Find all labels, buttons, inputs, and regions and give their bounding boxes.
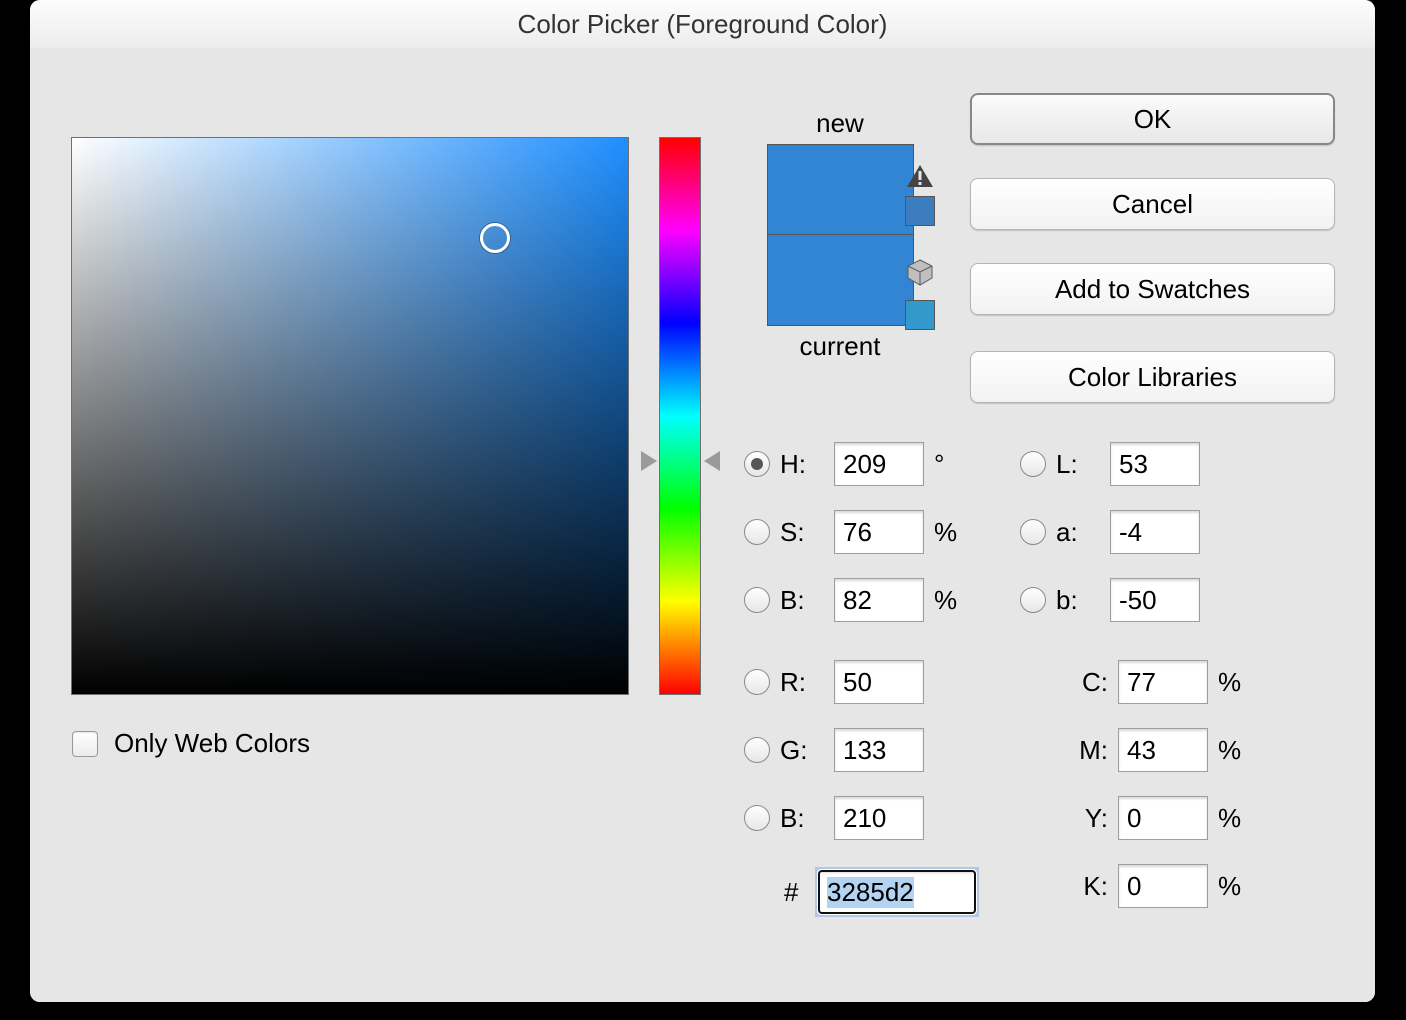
cube-icon: [905, 262, 935, 292]
only-web-colors-checkbox[interactable]: [72, 731, 98, 757]
b-row: b:: [1020, 578, 1200, 622]
k-input[interactable]: [1118, 864, 1208, 908]
warning-icon: [900, 163, 940, 189]
bb-label: B:: [780, 803, 824, 834]
percent-unit: %: [934, 585, 964, 616]
current-label: current: [740, 331, 940, 362]
bb-radio[interactable]: [744, 805, 770, 831]
red-row: R:: [744, 660, 964, 704]
bb-input[interactable]: [834, 796, 924, 840]
hex-label: #: [784, 877, 808, 908]
s-radio[interactable]: [744, 519, 770, 545]
l-radio[interactable]: [1020, 451, 1046, 477]
cancel-button[interactable]: Cancel: [970, 178, 1335, 230]
hex-input[interactable]: [818, 870, 976, 914]
degree-unit: °: [934, 449, 964, 480]
only-web-colors-label: Only Web Colors: [114, 728, 310, 759]
l-input[interactable]: [1110, 442, 1200, 486]
new-color-swatch[interactable]: [768, 145, 913, 235]
blue-row: B:: [744, 796, 964, 840]
window-title: Color Picker (Foreground Color): [518, 9, 888, 40]
r-label: R:: [780, 667, 824, 698]
brightness-row: B: %: [744, 578, 964, 622]
websafe-suggest-swatch[interactable]: [906, 301, 934, 329]
m-label: M:: [1056, 735, 1108, 766]
hue-slider[interactable]: [660, 138, 700, 694]
color-libraries-button[interactable]: Color Libraries: [970, 351, 1335, 403]
m-input[interactable]: [1118, 728, 1208, 772]
y-label: Y:: [1056, 803, 1108, 834]
hue-row: H: °: [744, 442, 964, 486]
c-label: C:: [1056, 667, 1108, 698]
k-row: K: %: [1020, 864, 1248, 908]
ok-button[interactable]: OK: [970, 93, 1335, 145]
percent-unit: %: [1218, 735, 1248, 766]
g-input[interactable]: [834, 728, 924, 772]
percent-unit: %: [1218, 803, 1248, 834]
a-input[interactable]: [1110, 510, 1200, 554]
g-label: G:: [780, 735, 824, 766]
websafe-warning[interactable]: [900, 258, 940, 329]
a-radio[interactable]: [1020, 519, 1046, 545]
l-label: L:: [1056, 449, 1100, 480]
m-row: M: %: [1020, 728, 1248, 772]
hex-row: #: [748, 870, 976, 914]
percent-unit: %: [1218, 667, 1248, 698]
percent-unit: %: [934, 517, 964, 548]
green-row: G:: [744, 728, 964, 772]
k-label: K:: [1056, 871, 1108, 902]
r-input[interactable]: [834, 660, 924, 704]
add-to-swatches-button[interactable]: Add to Swatches: [970, 263, 1335, 315]
only-web-colors-row: Only Web Colors: [72, 728, 310, 759]
h-label: H:: [780, 449, 824, 480]
hue-handle-right-icon: [704, 451, 720, 471]
y-input[interactable]: [1118, 796, 1208, 840]
c-input[interactable]: [1118, 660, 1208, 704]
a-label: a:: [1056, 517, 1100, 548]
bv-radio[interactable]: [744, 587, 770, 613]
color-picker-window: Color Picker (Foreground Color) new curr…: [30, 0, 1375, 1002]
titlebar: Color Picker (Foreground Color): [30, 0, 1375, 49]
b-label: b:: [1056, 585, 1100, 616]
bv-input[interactable]: [834, 578, 924, 622]
b-radio[interactable]: [1020, 587, 1046, 613]
l-row: L:: [1020, 442, 1200, 486]
color-field[interactable]: [72, 138, 628, 694]
h-input[interactable]: [834, 442, 924, 486]
new-label: new: [740, 108, 940, 139]
r-radio[interactable]: [744, 669, 770, 695]
b-input[interactable]: [1110, 578, 1200, 622]
h-radio[interactable]: [744, 451, 770, 477]
s-label: S:: [780, 517, 824, 548]
y-row: Y: %: [1020, 796, 1248, 840]
a-row: a:: [1020, 510, 1200, 554]
g-radio[interactable]: [744, 737, 770, 763]
window-body: new current OK Cancel Add to Swatch: [30, 48, 1375, 1002]
percent-unit: %: [1218, 871, 1248, 902]
c-row: C: %: [1020, 660, 1248, 704]
gamut-suggest-swatch[interactable]: [906, 197, 934, 225]
s-input[interactable]: [834, 510, 924, 554]
gamut-warning[interactable]: [900, 163, 940, 225]
hue-handle-left-icon: [641, 451, 657, 471]
saturation-row: S: %: [744, 510, 964, 554]
current-color-swatch[interactable]: [768, 235, 913, 325]
bv-label: B:: [780, 585, 824, 616]
